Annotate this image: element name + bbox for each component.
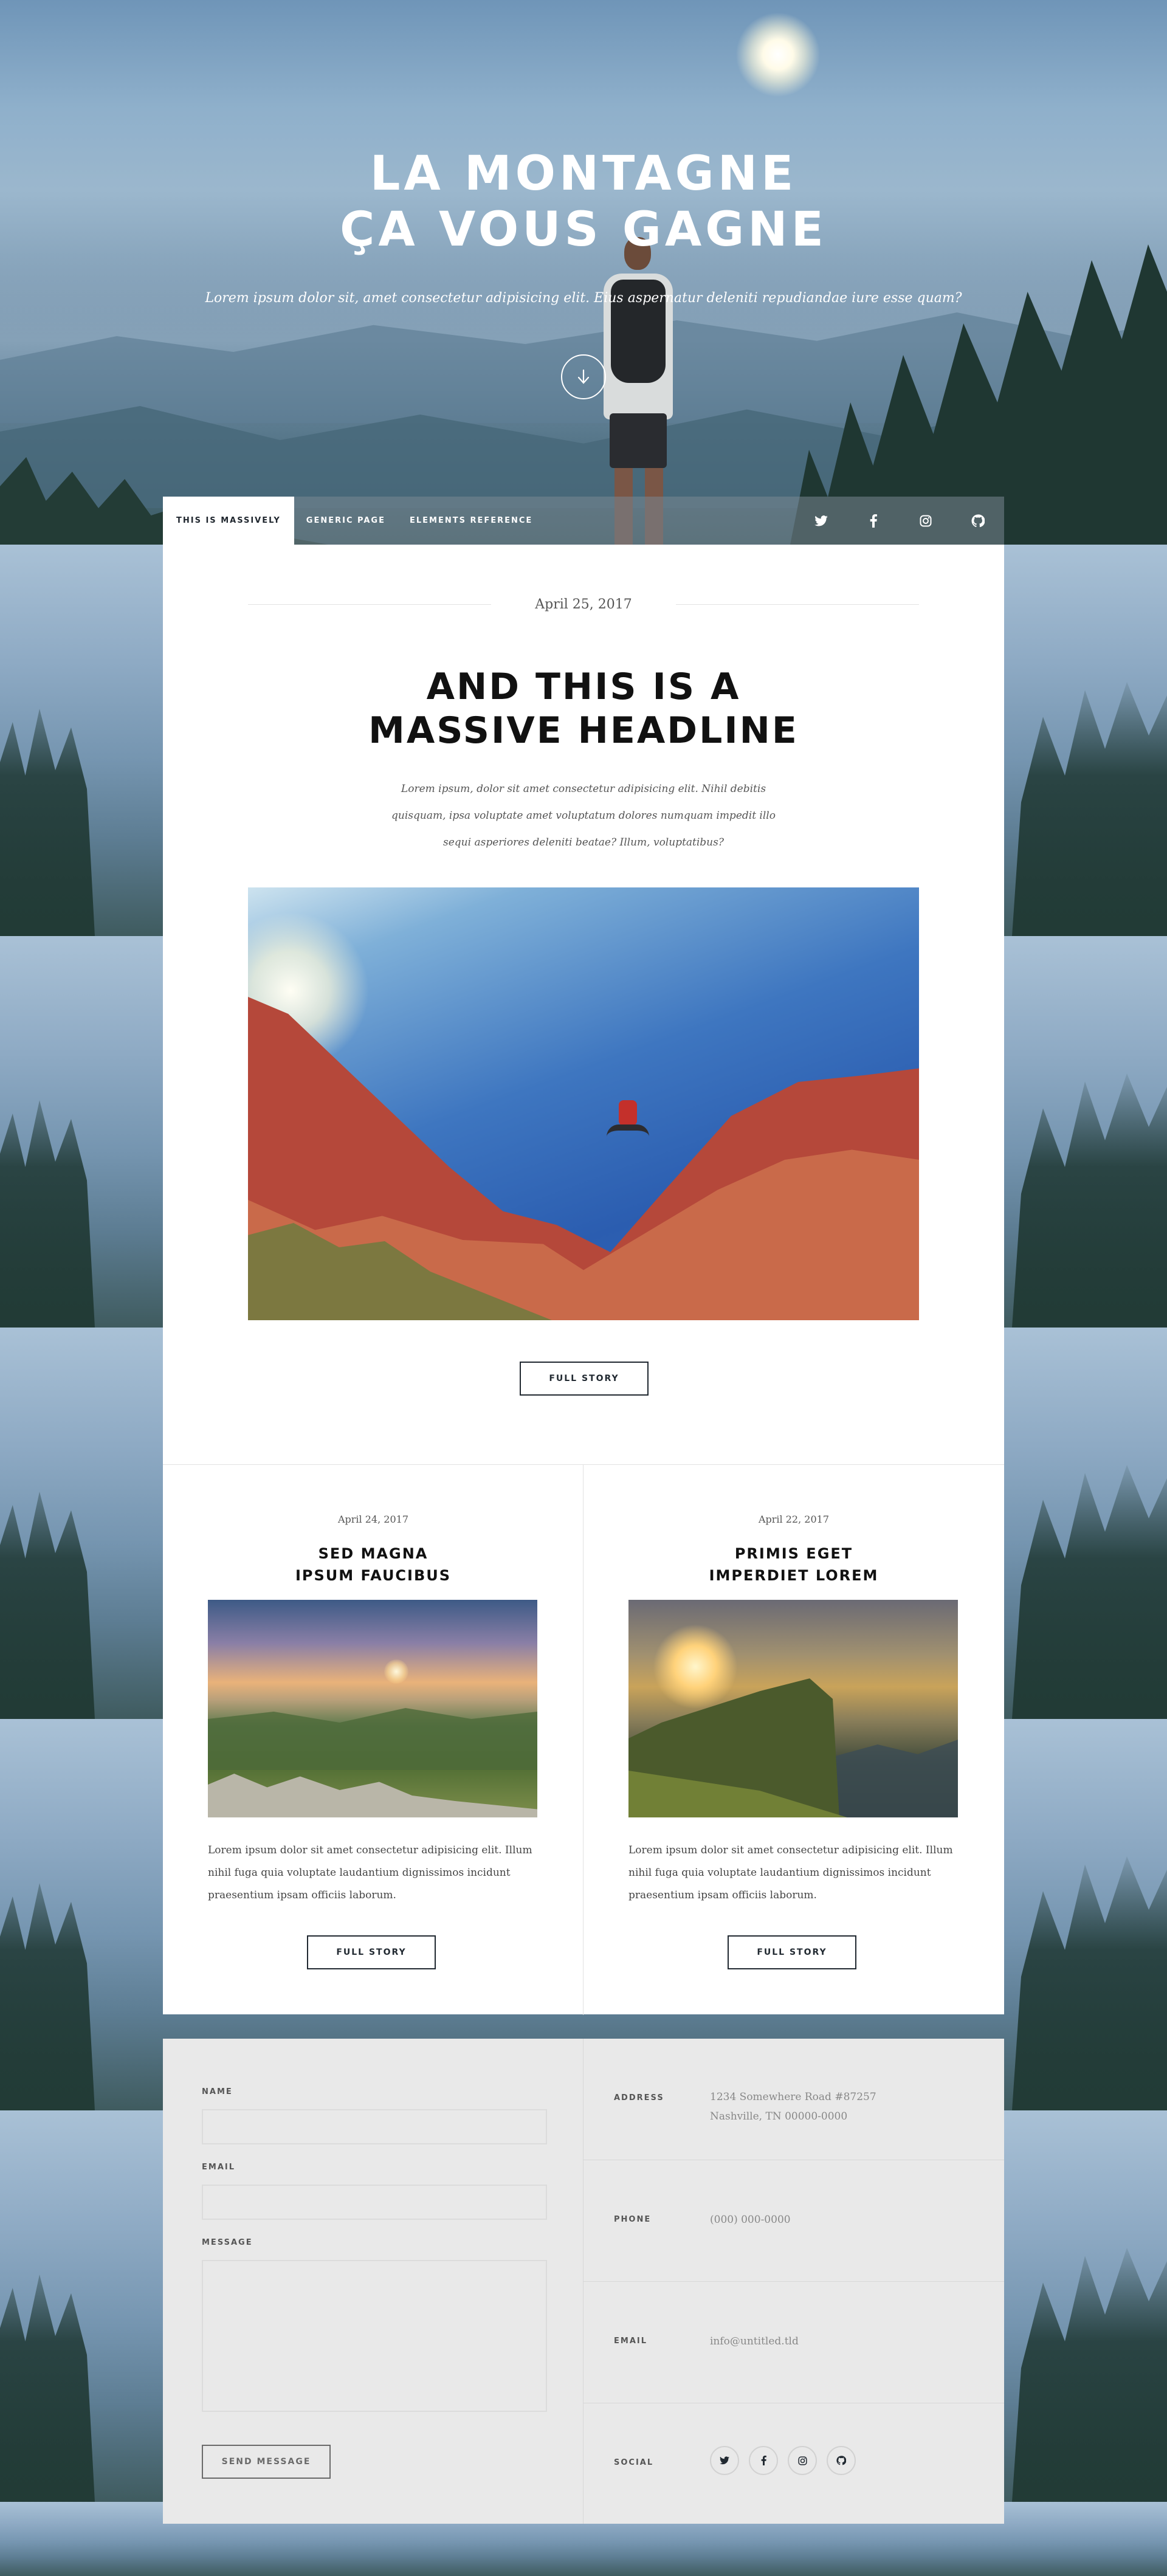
main-content: April 25, 2017 AND THIS IS A MASSIVE HEA… xyxy=(163,545,1004,2015)
featured-date-row: April 25, 2017 xyxy=(248,597,919,612)
social-icons xyxy=(710,2446,856,2475)
post-title[interactable]: PRIMIS EGET IMPERDIET LOREM xyxy=(584,1543,1004,1586)
arrow-down-icon xyxy=(577,369,590,384)
address-line1: 1234 Somewhere Road #87257 xyxy=(710,2091,876,2103)
footer-github-link[interactable] xyxy=(827,2446,856,2475)
main-nav: THIS IS MASSIVELY GENERIC PAGE ELEMENTS … xyxy=(163,497,1004,545)
post-title-line1: PRIMIS EGET xyxy=(734,1545,853,1562)
address-line2: Nashville, TN 00000-0000 xyxy=(710,2110,848,2123)
post-title-line2: IMPERDIET LOREM xyxy=(709,1567,879,1584)
nav-item-generic-page[interactable]: GENERIC PAGE xyxy=(294,497,398,545)
hero-title-line2: ÇA VOUS GAGNE xyxy=(340,202,827,257)
github-icon xyxy=(971,514,985,527)
nav-item-elements-reference[interactable]: ELEMENTS REFERENCE xyxy=(398,497,545,545)
hero-sun xyxy=(735,12,821,97)
phone-row: PHONE (000) 000-0000 xyxy=(584,2160,1004,2282)
github-icon xyxy=(836,2456,846,2465)
post-card: April 24, 2017 SED MAGNA IPSUM FAUCIBUS … xyxy=(163,1465,584,2015)
post-image[interactable] xyxy=(628,1600,958,1817)
featured-headline[interactable]: AND THIS IS A MASSIVE HEADLINE xyxy=(163,665,1004,752)
nav-facebook-link[interactable] xyxy=(847,497,900,545)
featured-date: April 25, 2017 xyxy=(535,597,632,612)
instagram-icon xyxy=(920,515,932,526)
post-title-line2: IPSUM FAUCIBUS xyxy=(295,1567,452,1584)
featured-lede: Lorem ipsum, dolor sit amet consectetur … xyxy=(391,783,776,849)
contact-footer: NAME EMAIL MESSAGE SEND MESSAGE ADDRESS … xyxy=(163,2039,1004,2524)
phone-value: (000) 000-0000 xyxy=(710,2214,791,2226)
email-label: EMAIL xyxy=(202,2163,235,2172)
nav-item-massively[interactable]: THIS IS MASSIVELY xyxy=(163,497,294,545)
post-excerpt: Lorem ipsum dolor sit amet consectetur a… xyxy=(208,1844,532,1901)
twitter-icon xyxy=(720,2456,729,2465)
featured-full-story-button[interactable]: FULL STORY xyxy=(520,1362,649,1396)
featured-headline-line2: MASSIVE HEADLINE xyxy=(368,709,799,752)
message-label: MESSAGE xyxy=(202,2238,253,2247)
email-field[interactable] xyxy=(202,2185,547,2220)
post-title-line1: SED MAGNA xyxy=(318,1545,429,1562)
nav-instagram-link[interactable] xyxy=(900,497,952,545)
scroll-down-button[interactable] xyxy=(561,354,606,399)
send-message-button[interactable]: SEND MESSAGE xyxy=(202,2445,331,2479)
post-card: April 22, 2017 PRIMIS EGET IMPERDIET LOR… xyxy=(584,1465,1004,2015)
social-label: SOCIAL xyxy=(614,2458,654,2467)
footer-facebook-link[interactable] xyxy=(749,2446,778,2475)
address-row: ADDRESS 1234 Somewhere Road #87257 Nashv… xyxy=(584,2039,1004,2160)
facebook-icon xyxy=(870,514,877,528)
address-label: ADDRESS xyxy=(614,2093,664,2102)
message-textarea[interactable] xyxy=(202,2260,547,2412)
name-label: NAME xyxy=(202,2087,233,2096)
post-excerpt: Lorem ipsum dolor sit amet consectetur a… xyxy=(628,1844,953,1901)
featured-post: April 25, 2017 AND THIS IS A MASSIVE HEA… xyxy=(163,545,1004,1464)
posts-grid: April 24, 2017 SED MAGNA IPSUM FAUCIBUS … xyxy=(163,1464,1004,2015)
post-image[interactable] xyxy=(208,1600,537,1817)
post-date: April 22, 2017 xyxy=(758,1514,829,1525)
email-value[interactable]: info@untitled.tld xyxy=(710,2332,799,2351)
post-title[interactable]: SED MAGNA IPSUM FAUCIBUS xyxy=(163,1543,584,1586)
twitter-icon xyxy=(814,515,828,526)
contact-form: NAME EMAIL MESSAGE SEND MESSAGE xyxy=(163,2039,584,2524)
facebook-icon xyxy=(761,2456,766,2465)
hero-subtitle: Lorem ipsum dolor sit, amet consectetur … xyxy=(205,291,962,306)
footer-twitter-link[interactable] xyxy=(710,2446,739,2475)
hero-section xyxy=(0,0,1167,545)
email-row: EMAIL info@untitled.tld xyxy=(584,2282,1004,2403)
hero-title: LA MONTAGNE ÇA VOUS GAGNE xyxy=(0,146,1167,258)
email-info-label: EMAIL xyxy=(614,2337,647,2346)
featured-headline-line1: AND THIS IS A xyxy=(426,666,741,708)
nav-twitter-link[interactable] xyxy=(795,497,847,545)
nav-github-link[interactable] xyxy=(952,497,1004,545)
name-field[interactable] xyxy=(202,2109,547,2144)
phone-label: PHONE xyxy=(614,2215,652,2224)
featured-image[interactable] xyxy=(248,887,919,1320)
post-full-story-button[interactable]: FULL STORY xyxy=(307,1935,436,1969)
contact-info: ADDRESS 1234 Somewhere Road #87257 Nashv… xyxy=(584,2039,1004,2524)
post-date: April 24, 2017 xyxy=(337,1514,408,1525)
footer-instagram-link[interactable] xyxy=(788,2446,817,2475)
instagram-icon xyxy=(797,2456,807,2465)
post-full-story-button[interactable]: FULL STORY xyxy=(728,1935,856,1969)
hero-title-line1: LA MONTAGNE xyxy=(370,146,797,201)
